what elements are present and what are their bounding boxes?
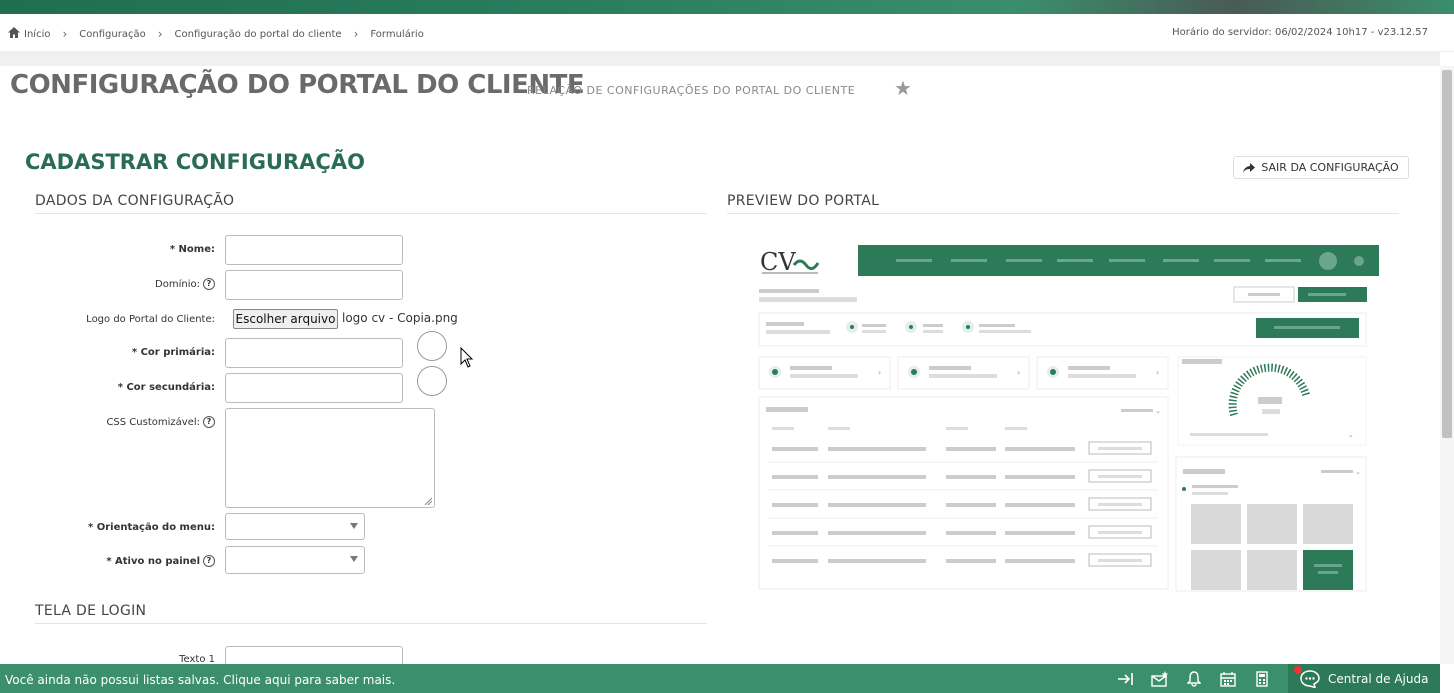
section-title: CADASTRAR CONFIGURAÇÃO — [25, 150, 365, 174]
notification-dot — [1294, 666, 1302, 674]
resize-handle-icon[interactable] — [424, 497, 432, 505]
help-center-button[interactable]: Central de Ajuda — [1288, 664, 1440, 693]
footer-bar: Você ainda não possui listas salvas. Cli… — [0, 664, 1440, 693]
breadcrumb-item-formulario: Formulário — [370, 28, 424, 40]
dropdown-arrow-icon — [350, 556, 358, 562]
dominio-input[interactable] — [225, 270, 403, 300]
cor-primaria-input[interactable] — [225, 338, 403, 368]
help-icon[interactable]: ? — [203, 278, 215, 290]
saved-lists-message[interactable]: Você ainda não possui listas salvas. Cli… — [5, 673, 395, 687]
bell-icon[interactable] — [1184, 670, 1204, 688]
exit-config-button[interactable]: SAIR DA CONFIGURAÇÃO — [1233, 156, 1409, 179]
ativo-label: * Ativo no painel? — [5, 555, 215, 567]
share-arrow-icon — [1243, 162, 1256, 173]
header-divider — [0, 52, 1440, 66]
exit-config-label: SAIR DA CONFIGURAÇÃO — [1261, 161, 1399, 174]
page-title: CONFIGURAÇÃO DO PORTAL DO CLIENTE — [10, 70, 585, 100]
help-center-label: Central de Ajuda — [1328, 671, 1429, 686]
cor-secundaria-label: * Cor secundária: — [117, 382, 215, 393]
login-section-heading: TELA DE LOGIN — [35, 603, 707, 624]
preview-logo: CV — [760, 248, 820, 276]
preview-heading: PREVIEW DO PORTAL — [727, 193, 1399, 214]
breadcrumb-item-configuracao[interactable]: Configuração — [79, 29, 145, 40]
footer-icons — [1116, 670, 1272, 688]
calculator-icon[interactable] — [1252, 670, 1272, 688]
favorite-star-icon[interactable]: ★ — [894, 76, 912, 100]
cor-secundaria-input[interactable] — [225, 373, 403, 403]
css-textarea[interactable] — [225, 408, 435, 508]
top-accent-bar — [0, 0, 1454, 14]
svg-text:⌄: ⌄ — [1355, 468, 1361, 476]
css-label-text: CSS Customizável: — [106, 417, 200, 428]
chevron-right-icon: › — [157, 27, 163, 41]
page-subtitle: RELAÇÃO DE CONFIGURAÇÕES DO PORTAL DO CL… — [527, 84, 856, 97]
chat-bubble-icon — [1300, 669, 1320, 688]
logo-label: Logo do Portal do Cliente: — [86, 314, 215, 325]
breadcrumb-bar: Início › Configuração › Configuração do … — [0, 14, 1454, 52]
breadcrumb-item-portal[interactable]: Configuração do portal do cliente — [175, 29, 342, 40]
collapse-arrow-icon[interactable] — [1116, 670, 1136, 688]
file-name: logo cv - Copia.png — [342, 311, 458, 325]
portal-preview-image: CV › › › ⌄ ⌄ ⌄ — [758, 245, 1379, 592]
orientacao-label: * Orientação do menu: — [88, 522, 215, 533]
css-label: CSS Customizável:? — [5, 416, 215, 428]
help-icon[interactable]: ? — [203, 416, 215, 428]
dominio-label-text: Domínio: — [155, 279, 200, 290]
nome-input[interactable] — [225, 235, 403, 265]
orientacao-select[interactable] — [225, 513, 365, 540]
calendar-icon[interactable] — [1218, 670, 1238, 688]
ativo-select[interactable] — [225, 546, 365, 574]
scrollbar-thumb[interactable] — [1442, 70, 1452, 438]
secondary-color-swatch[interactable] — [417, 366, 447, 396]
svg-text:›: › — [878, 368, 881, 377]
chevron-right-icon: › — [353, 27, 359, 41]
nome-label: * Nome: — [169, 244, 215, 255]
svg-text:⌄: ⌄ — [1348, 431, 1354, 439]
choose-file-button[interactable]: Escolher arquivo — [233, 309, 338, 329]
breadcrumb: Início › Configuração › Configuração do … — [8, 27, 424, 41]
cor-primaria-label: * Cor primária: — [131, 347, 215, 358]
help-icon[interactable]: ? — [203, 555, 215, 567]
ativo-label-text: * Ativo no painel — [106, 556, 200, 567]
svg-text:CV: CV — [760, 248, 796, 276]
svg-text:›: › — [1017, 368, 1020, 377]
home-icon[interactable] — [8, 27, 20, 41]
dropdown-arrow-icon — [350, 523, 358, 529]
dominio-label: Domínio:? — [5, 278, 215, 290]
svg-text:⌄: ⌄ — [1155, 407, 1161, 415]
mail-star-icon[interactable] — [1150, 670, 1170, 688]
config-section-heading: DADOS DA CONFIGURAÇÃO — [35, 193, 707, 214]
primary-color-swatch[interactable] — [417, 331, 447, 361]
breadcrumb-item-inicio[interactable]: Início — [24, 29, 50, 40]
svg-text:›: › — [1156, 368, 1159, 377]
server-time: Horário do servidor: 06/02/2024 10h17 - … — [1172, 27, 1428, 38]
mouse-cursor-icon — [460, 347, 474, 368]
chevron-right-icon: › — [62, 27, 68, 41]
